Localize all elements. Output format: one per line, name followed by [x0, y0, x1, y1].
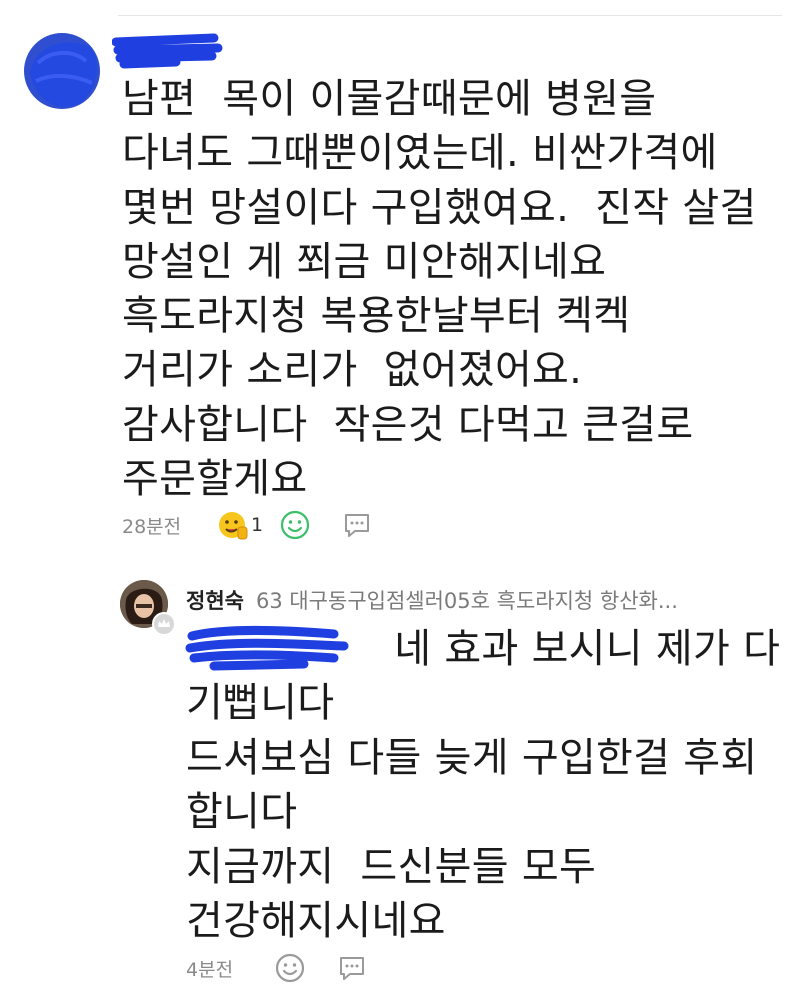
comment-bubble-icon[interactable] [339, 507, 375, 543]
reply-meta: 4분전 [186, 948, 370, 988]
comment-body: 남편 목이 이물감때문에 병원을 다녀도 그때뿐이였는데. 비싼가격에 몇번 망… [122, 76, 757, 503]
reply-author-name[interactable]: 정현숙 [186, 585, 244, 615]
like-count: 1 [251, 514, 264, 536]
smiley-icon[interactable] [272, 950, 308, 986]
top-divider [118, 15, 782, 16]
smiley-icon[interactable] [277, 507, 313, 543]
like-emoji-icon[interactable] [217, 510, 248, 540]
redacted-username [112, 33, 223, 69]
reply-time: 4분전 [186, 958, 234, 981]
comment-bubble-icon[interactable] [334, 950, 370, 986]
commenter-avatar[interactable] [24, 33, 100, 109]
comment-meta: 28분전 1 [122, 505, 375, 545]
comment-time: 28분전 [122, 515, 182, 538]
crown-icon [152, 612, 176, 636]
reply-header: 정현숙 63 대구동구입점셀러05호 흑도라지청 항산화... [186, 584, 786, 616]
reply-body: 네 효과 보시니 제가 다 기뻡니다 드셔보심 다들 늦게 구입한걸 후회 합니… [186, 626, 781, 945]
reply-author-subtitle: 63 대구동구입점셀러05호 흑도라지청 항산화... [255, 589, 678, 613]
